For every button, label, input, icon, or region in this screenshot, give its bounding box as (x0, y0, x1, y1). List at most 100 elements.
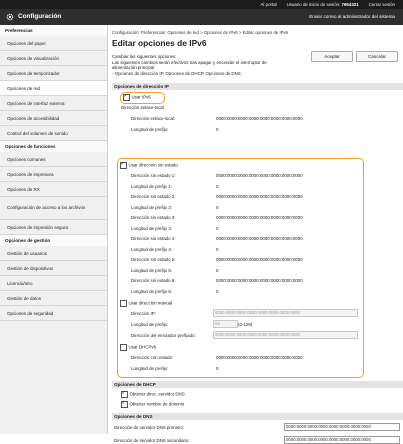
stateless-address-label: Dirección sin estado 6: (131, 278, 176, 283)
manual-prefix-range: (0-128) (238, 322, 253, 327)
sidebar-item-display[interactable]: Opciones de visualización (0, 51, 107, 66)
stateless-address-value: 0000:0000:0000:0000:0000:0000:0000:0000 (216, 236, 303, 241)
stateless-prefix-value: 0 (216, 205, 219, 210)
dns-secondary-label: Dirección de servidor DNS secundario: (114, 438, 190, 443)
stateless-address-value: 0000:0000:0000:0000:0000:0000:0000:0000 (216, 257, 303, 262)
stateless-row[interactable]: Usar dirección sin estado (120, 161, 178, 169)
stateless-prefix-label: Longitud de prefijo 1: (131, 184, 173, 189)
sidebar-item-timer[interactable]: Opciones de temporizador (0, 66, 107, 81)
app-title: Configuración (18, 13, 62, 20)
dhcp-prefix-label: Longitud de prefijo: (131, 366, 169, 371)
note-line: - Opciones de dirección IP, Opciones de … (112, 70, 241, 76)
sidebar-item-devices[interactable]: Gestión de dispositivos (0, 261, 107, 276)
sidebar-item-license[interactable]: Licencia/otro (0, 276, 107, 291)
manual-prefix-field[interactable]: 64 (213, 320, 238, 328)
stateful-address-value: 0000:0000:0000:0000:0000:0000:0000:0000 (216, 355, 303, 360)
settings-gear-icon (6, 13, 14, 21)
dns-primary-label: Dirección de servidor DNS primario: (114, 425, 185, 430)
sidebar-item-secure-print[interactable]: Opciones de impresión segura (0, 220, 107, 235)
sidebar-item-users[interactable]: Gestión de usuarios (0, 246, 107, 261)
sidebar: Preferencias Opciones del papel Opciones… (0, 25, 108, 434)
stateless-prefix-value: 0 (216, 268, 219, 273)
manual-ip-field[interactable]: 0000:0000:0000:0000:0000:0000:0000:0000 (213, 309, 358, 317)
stateless-prefix-label: Longitud de prefijo 3: (131, 226, 173, 231)
page-title: Editar opciones de IPv6 (112, 38, 207, 48)
manual-prefix-label: Longitud de prefijo: (131, 322, 169, 327)
dhcp-prefix-value: 0 (216, 366, 219, 371)
link-local-prefix-label: Longitud de prefijo: (131, 127, 169, 132)
sidebar-heading-management: Opciones de gestión (0, 235, 107, 246)
dhcp-dns-checkbox[interactable] (121, 390, 128, 398)
stateless-prefix-value: 0 (216, 247, 219, 252)
change-note: Cambiar las siguientes opciones: Las sig… (112, 54, 312, 76)
ip-address-section-header: Opciones de dirección IP (112, 83, 403, 90)
title-bar: Configuración Enviar correo al administr… (0, 9, 403, 25)
gateway-field[interactable]: 0000:0000:0000:0000:0000:0000:0000:0000 (213, 331, 358, 339)
stateless-prefix-label: Longitud de prefijo 4: (131, 247, 173, 252)
stateless-address-label: Dirección sin estado 3: (131, 215, 176, 220)
dhcpv6-row[interactable]: Usar DHCPv6 (120, 344, 156, 351)
dhcp-dns-label: Obtener direc. servidor DNS (129, 391, 185, 397)
manual-address-checkbox[interactable] (120, 300, 127, 307)
dhcp-domain-row[interactable]: Obtener nombre de dominio (121, 400, 185, 408)
logout-link[interactable]: Cerrar sesión (369, 2, 395, 7)
stateless-prefix-value: 0 (216, 226, 219, 231)
link-local-address-label: Dirección enlace-local: (131, 116, 176, 121)
sidebar-item-rx[interactable]: Opciones de RX (0, 182, 107, 197)
sidebar-item-file-access[interactable]: Configuración de acceso a los archivos (0, 197, 107, 220)
use-ipv6-checkbox[interactable] (123, 93, 130, 101)
sidebar-item-accessibility[interactable]: Opciones de accesibilidad (0, 111, 107, 126)
login-user: 7654321 (341, 2, 359, 7)
login-user-label: Usuario de inicio de sesión: 7654321 (287, 2, 359, 7)
stateless-prefix-value: 0 (216, 184, 219, 189)
stateless-address-value: 0000:0000:0000:0000:0000:0000:0000:0000 (216, 278, 303, 283)
stateless-label: Usar dirección sin estado (128, 162, 178, 168)
manual-ip-label: Dirección IP: (131, 311, 156, 316)
cancel-button[interactable]: Cancelar (356, 51, 398, 62)
stateless-prefix-value: 0 (216, 289, 219, 294)
sidebar-item-external-interface[interactable]: Opciones de interfaz externa (0, 96, 107, 111)
link-local-address-value: 0000:0000:0000:0000:0000:0000:0000:0000 (216, 116, 303, 121)
main-content: Configuración: Preferencias: Opciones de… (108, 25, 403, 444)
stateless-checkbox[interactable] (120, 161, 127, 169)
use-ipv6-row[interactable]: Usar IPv6 (123, 93, 151, 101)
mail-admin-link[interactable]: Enviar correo al administrador del siste… (309, 14, 395, 19)
manual-address-row[interactable]: Usar dirección manual (120, 300, 172, 307)
top-bar: Al portal Usuario de inicio de sesión: 7… (0, 0, 403, 9)
link-local-prefix-value: 0 (216, 127, 219, 132)
dhcpv6-checkbox[interactable] (120, 344, 127, 351)
gateway-label: Dirección del enrutador prefijado: (131, 333, 196, 338)
sidebar-heading-preferences: Preferencias (0, 25, 107, 36)
portal-link[interactable]: Al portal (261, 2, 277, 7)
login-label: Usuario de inicio de sesión: (286, 2, 341, 7)
sidebar-heading-functions: Opciones de funciones (0, 141, 107, 152)
breadcrumb: Configuración: Preferencias: Opciones de… (112, 30, 289, 35)
dhcp-domain-checkbox[interactable] (121, 400, 128, 408)
stateless-address-label: Dirección sin estado 1: (131, 173, 176, 178)
sidebar-item-security[interactable]: Opciones de seguridad (0, 306, 107, 321)
accept-button[interactable]: Aceptar (311, 51, 353, 62)
dns-primary-field[interactable]: 0000:0000:0000:0000:0000:0000:0000:0000 (284, 423, 400, 431)
sidebar-item-printer[interactable]: Opciones de impresora (0, 167, 107, 182)
sidebar-item-network[interactable]: Opciones de red (0, 81, 107, 96)
stateless-address-label: Dirección sin estado 2: (131, 194, 176, 199)
dns-secondary-field[interactable]: 0000:0000:0000:0000:0000:0000:0000:0000 (284, 436, 400, 444)
manual-address-label: Usar dirección manual (128, 300, 173, 306)
dhcp-section-header: Opciones de DHCP (112, 381, 403, 388)
stateless-prefix-label: Longitud de prefijo 5: (131, 268, 173, 273)
stateless-prefix-label: Longitud de prefijo 6: (131, 289, 173, 294)
stateless-address-label: Dirección sin estado 4: (131, 236, 176, 241)
sidebar-item-paper[interactable]: Opciones del papel (0, 36, 107, 51)
sidebar-item-common[interactable]: Opciones comunes (0, 152, 107, 167)
stateless-address-value: 0000:0000:0000:0000:0000:0000:0000:0000 (216, 194, 303, 199)
stateless-address-value: 0000:0000:0000:0000:0000:0000:0000:0000 (216, 215, 303, 220)
sidebar-item-data[interactable]: Gestión de datos (0, 291, 107, 306)
dhcp-dns-row[interactable]: Obtener direc. servidor DNS (121, 390, 185, 398)
stateful-address-label: Dirección con estado: (131, 355, 174, 360)
dhcpv6-label: Usar DHCPv6 (128, 344, 157, 350)
dns-section-header: Opciones de DNS (112, 413, 403, 420)
dhcp-domain-label: Obtener nombre de dominio (129, 401, 185, 407)
link-local-heading: Dirección enlace-local (121, 105, 164, 110)
stateless-address-label: Dirección sin estado 5: (131, 257, 176, 262)
sidebar-item-sound-volume[interactable]: Control del volumen de sonido (0, 126, 107, 141)
